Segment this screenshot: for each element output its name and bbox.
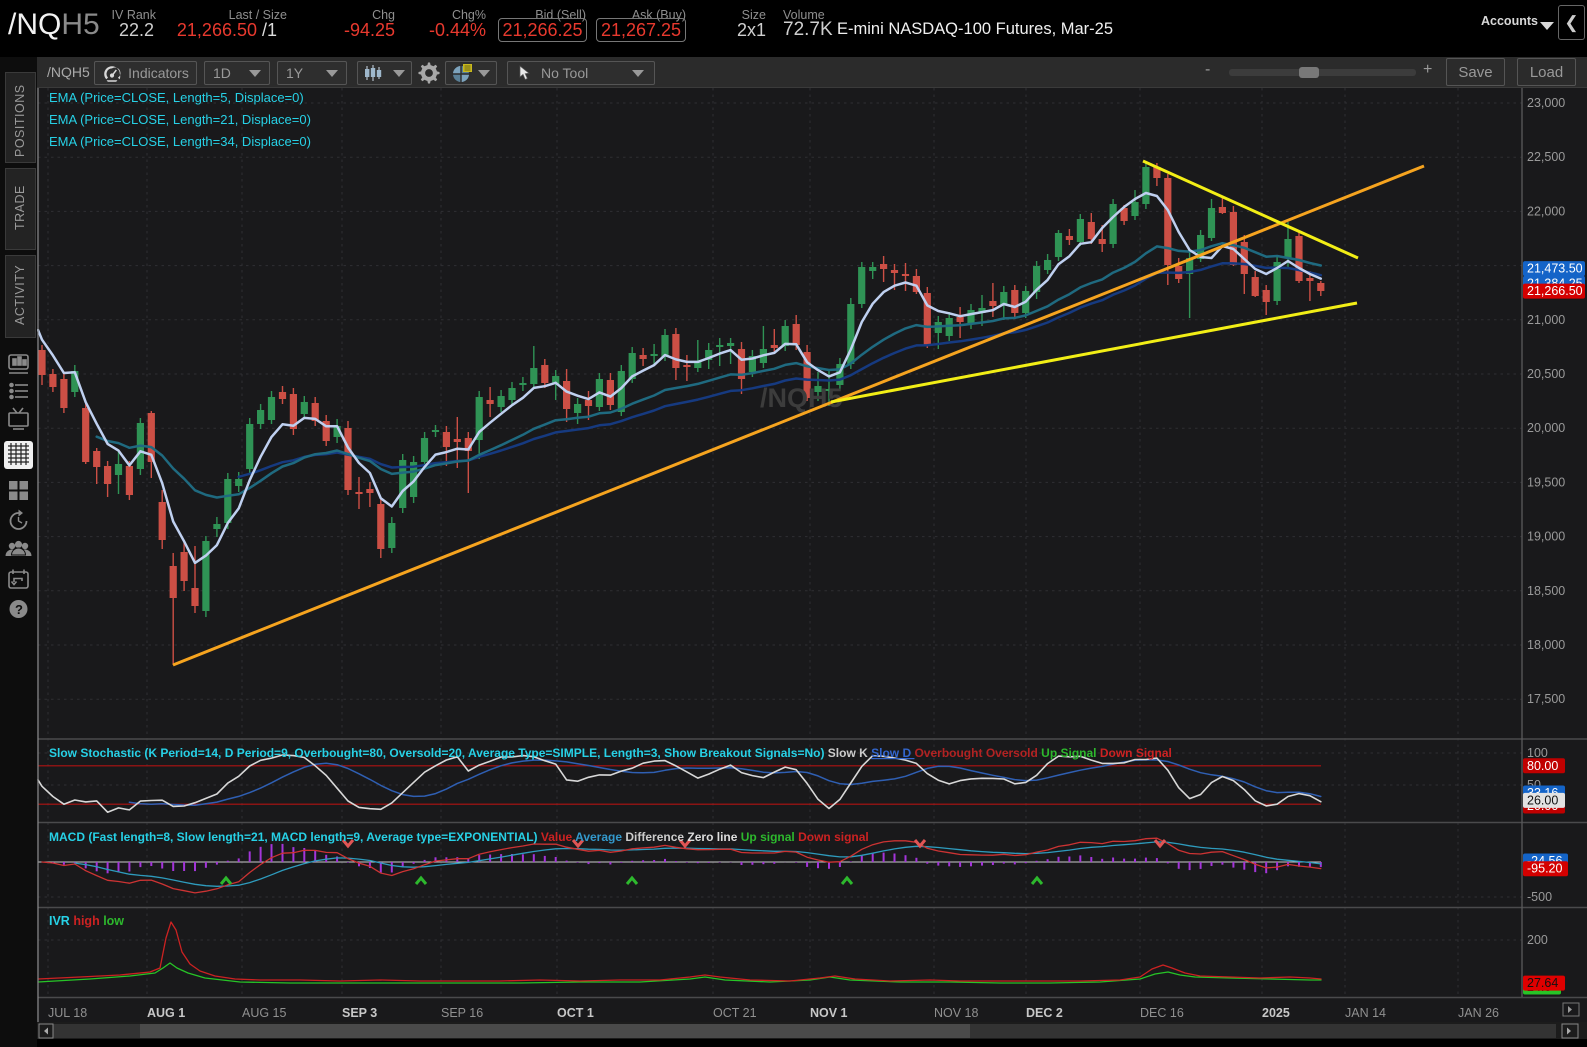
svg-text:AUG 15: AUG 15 <box>242 1006 287 1020</box>
svg-text:EMA (Price=CLOSE, Length=21, D: EMA (Price=CLOSE, Length=21, Displace=0) <box>49 112 311 127</box>
svg-text:20,000: 20,000 <box>1527 421 1565 435</box>
svg-text:EMA (Price=CLOSE, Length=5, Di: EMA (Price=CLOSE, Length=5, Displace=0) <box>49 90 304 105</box>
svg-text:OCT 1: OCT 1 <box>557 1006 594 1020</box>
svg-text:JAN 14: JAN 14 <box>1345 1006 1386 1020</box>
svg-text:Slow Stochastic (K Period=14,: Slow Stochastic (K Period=14, D Period=9… <box>49 746 1172 760</box>
svg-text:JAN 26: JAN 26 <box>1458 1006 1499 1020</box>
svg-text:SEP 16: SEP 16 <box>441 1006 483 1020</box>
svg-text:DEC 16: DEC 16 <box>1140 1006 1184 1020</box>
svg-text:19,000: 19,000 <box>1527 530 1565 544</box>
svg-text:IVR high low: IVR high low <box>49 914 124 928</box>
svg-text:JUL 18: JUL 18 <box>48 1006 87 1020</box>
svg-text:20,500: 20,500 <box>1527 367 1565 381</box>
svg-text:?: ? <box>15 602 23 617</box>
svg-text:22,500: 22,500 <box>1527 150 1565 164</box>
svg-text:-500: -500 <box>1527 890 1552 904</box>
svg-text:2025: 2025 <box>1262 1006 1290 1020</box>
svg-text:26.00: 26.00 <box>1527 793 1558 807</box>
svg-text:OCT 21: OCT 21 <box>713 1006 757 1020</box>
svg-text:22,000: 22,000 <box>1527 204 1565 218</box>
svg-text:18,500: 18,500 <box>1527 584 1565 598</box>
svg-text:80.00: 80.00 <box>1527 759 1558 773</box>
svg-text:NOV 18: NOV 18 <box>934 1006 979 1020</box>
svg-text:27.64: 27.64 <box>1527 976 1558 990</box>
svg-text:23,000: 23,000 <box>1527 96 1565 110</box>
svg-text:21,000: 21,000 <box>1527 313 1565 327</box>
svg-text:NOV 1: NOV 1 <box>810 1006 848 1020</box>
svg-text:DEC 2: DEC 2 <box>1026 1006 1063 1020</box>
svg-text:19,500: 19,500 <box>1527 475 1565 489</box>
svg-text:21,266.50: 21,266.50 <box>1527 284 1583 298</box>
svg-text:18,000: 18,000 <box>1527 638 1565 652</box>
svg-text:SEP 3: SEP 3 <box>342 1006 377 1020</box>
svg-text:21,473.50: 21,473.50 <box>1527 262 1583 276</box>
svg-text:MACD (Fast length=8, Slow leng: MACD (Fast length=8, Slow length=21, MAC… <box>49 830 869 844</box>
svg-text:17,500: 17,500 <box>1527 692 1565 706</box>
svg-text:EMA (Price=CLOSE, Length=34, D: EMA (Price=CLOSE, Length=34, Displace=0) <box>49 134 311 149</box>
svg-text:200: 200 <box>1527 933 1548 947</box>
svg-text:AUG 1: AUG 1 <box>147 1006 185 1020</box>
svg-text:-95.20: -95.20 <box>1527 862 1562 876</box>
svg-text:/NQH5: /NQH5 <box>760 383 843 413</box>
